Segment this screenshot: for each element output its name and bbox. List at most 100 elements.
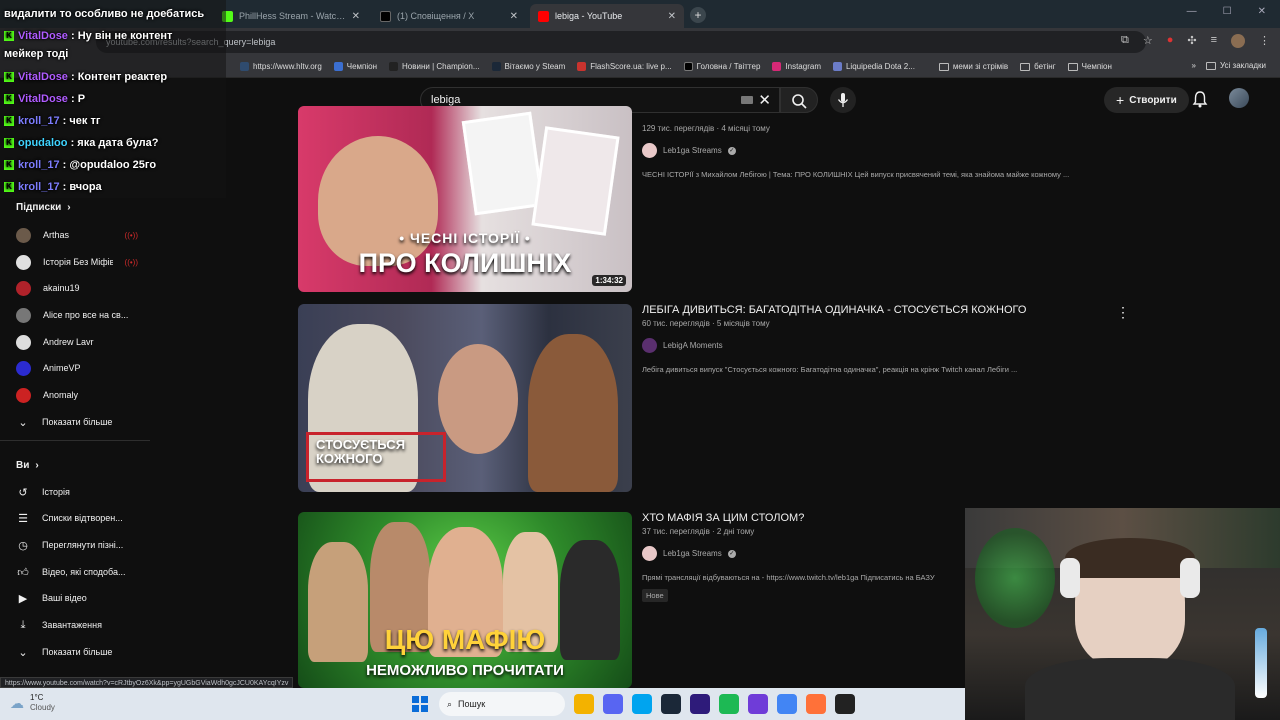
channel-name[interactable]: LebigA Moments xyxy=(663,341,723,350)
profile-avatar[interactable] xyxy=(1231,34,1245,48)
video-thumbnail[interactable]: • ЧЕСНІ ІСТОРІЇ • ПРО КОЛИШНІХ 1:34:32 xyxy=(298,106,632,292)
bookmark-label: Усі закладки xyxy=(1219,61,1266,70)
account-avatar[interactable] xyxy=(1229,88,1249,108)
channel-avatar xyxy=(16,387,31,403)
url-input[interactable]: youtube.com/results?search_query=lebiga xyxy=(96,31,1146,53)
video-thumbnail[interactable]: ЦЮ МАФІЮ НЕМОЖЛИВО ПРОЧИТАТИ xyxy=(298,512,632,688)
you-heading[interactable]: Ви › xyxy=(16,460,39,471)
video-result[interactable]: СТОСУЄТЬСЯ КОЖНОГО ЛЕБІГА ДИВИТЬСЯ: БАГА… xyxy=(298,304,1138,492)
chat-username: opudaloo xyxy=(18,137,68,149)
sidebar-item-liked[interactable]: 👍︎ Відео, які сподоба... xyxy=(16,562,138,582)
bookmark-item[interactable]: Instagram xyxy=(772,62,821,71)
clear-search-icon[interactable]: ✕ xyxy=(758,91,771,109)
tab-close-icon[interactable]: ✕ xyxy=(668,11,676,22)
more-bookmarks-icon[interactable]: » xyxy=(1192,61,1196,70)
steam-icon[interactable] xyxy=(661,694,681,714)
sidebar-item-watch-later[interactable]: ◷ Переглянути пізні... xyxy=(16,535,138,555)
tab-close-icon[interactable]: ✕ xyxy=(510,11,518,22)
channel-name[interactable]: Leb1ga Streams xyxy=(663,146,722,155)
sidebar-channel-akainu19[interactable]: akainu19 xyxy=(16,278,138,298)
kick-badge-icon: K xyxy=(4,160,14,171)
close-window-icon[interactable]: ✕ xyxy=(1258,6,1266,17)
tab-x[interactable]: (1) Сповіщення / X ✕ xyxy=(372,4,526,28)
telegram-icon[interactable] xyxy=(632,694,652,714)
chat-text: мейкер тоді xyxy=(4,48,69,60)
all-bookmarks[interactable]: Усі закладки xyxy=(1205,61,1266,70)
video-thumbnail[interactable]: СТОСУЄТЬСЯ КОЖНОГО xyxy=(298,304,632,492)
minimize-icon[interactable]: — xyxy=(1187,6,1197,17)
menu-icon[interactable]: ⋮ xyxy=(1259,34,1270,48)
bookmark-item[interactable]: Головна / Твіттер xyxy=(683,62,760,71)
show-more-label: Показати більше xyxy=(42,647,113,657)
bookmark-item[interactable]: Вітаємо у Steam xyxy=(491,62,565,71)
show-more-you[interactable]: ⌄ Показати більше xyxy=(16,642,138,662)
weather-temp: 1°C xyxy=(30,693,44,702)
subscriptions-heading[interactable]: Підписки › xyxy=(16,202,71,213)
more-actions-icon[interactable]: ⋮ xyxy=(1116,304,1130,321)
windows-start-icon[interactable] xyxy=(410,694,430,714)
tab-kick[interactable]: PhillHess Stream - Watch Live ✕ xyxy=(214,4,368,28)
taskbar-search[interactable]: ⌕ Пошук xyxy=(439,692,565,716)
install-app-icon[interactable]: ⧉ xyxy=(1121,34,1129,48)
bookmark-favicon-icon xyxy=(333,62,343,71)
maximize-icon[interactable]: ☐ xyxy=(1223,6,1232,17)
new-tab-button[interactable]: + xyxy=(690,7,706,23)
discord-icon[interactable] xyxy=(603,694,623,714)
create-button[interactable]: + Створити xyxy=(1104,87,1189,113)
firefox-icon[interactable] xyxy=(806,694,826,714)
notifications-bell-icon[interactable] xyxy=(1190,89,1210,109)
video-title[interactable]: ЛЕБІГА ДИВИТЬСЯ: БАГАТОДІТНА ОДИНАЧКА - … xyxy=(642,304,1122,316)
sidebar-channel-anomaly[interactable]: Anomaly xyxy=(16,385,138,405)
file-explorer-icon[interactable] xyxy=(574,694,594,714)
bookmark-folder[interactable]: бетінг xyxy=(1020,62,1056,71)
weather-widget[interactable]: ☁ 1°C Cloudy xyxy=(10,693,55,713)
bookmark-item[interactable]: Чемпіон xyxy=(333,62,377,71)
weather-desc: Cloudy xyxy=(30,703,55,712)
channel-row[interactable]: LebigA Moments xyxy=(642,338,1122,353)
channel-name[interactable]: Leb1ga Streams xyxy=(663,549,722,558)
bookmark-item[interactable]: https://www.hltv.org xyxy=(240,62,322,71)
obs-icon[interactable] xyxy=(835,694,855,714)
bookmark-item[interactable]: Liquipedia Dota 2... xyxy=(832,62,915,71)
sidebar-channel-istoriia[interactable]: Історія Без Міфів ((•)) xyxy=(16,252,138,272)
media-icon[interactable]: ≡ xyxy=(1211,34,1217,48)
sidebar-channel-andrew-lavr[interactable]: Andrew Lavr xyxy=(16,332,138,352)
section-label: Підписки xyxy=(16,202,62,213)
sidebar-channel-alice[interactable]: Alice про все на св... xyxy=(16,305,138,325)
sidebar-item-your-videos[interactable]: ▶ Ваші відео xyxy=(16,588,138,608)
bookmark-item[interactable]: Новини | Champion... xyxy=(389,62,480,71)
chevron-down-icon: ⌄ xyxy=(18,416,28,429)
chat-username: kroll_17 xyxy=(18,181,60,193)
sidebar-channel-arthas[interactable]: Arthas ((•)) xyxy=(16,225,138,245)
channel-row[interactable]: Leb1ga Streams ✓ xyxy=(642,143,1122,158)
sidebar-item-playlists[interactable]: ☰ Списки відтворен... xyxy=(16,508,138,528)
chevron-right-icon: › xyxy=(35,460,39,471)
kick-badge-icon: K xyxy=(4,31,14,42)
video-result[interactable]: • ЧЕСНІ ІСТОРІЇ • ПРО КОЛИШНІХ 1:34:32 1… xyxy=(298,106,1138,292)
search-button[interactable] xyxy=(780,87,818,113)
sidebar-item-history[interactable]: ↺ Історія xyxy=(16,482,138,502)
tab-close-icon[interactable]: ✕ xyxy=(352,11,360,22)
extension-icon[interactable]: ● xyxy=(1167,34,1174,48)
tab-youtube[interactable]: lebiga - YouTube ✕ xyxy=(530,4,684,28)
bookmark-item[interactable]: FlashScore.ua: live р... xyxy=(577,62,672,71)
bookmark-star-icon[interactable]: ☆ xyxy=(1143,34,1153,48)
voice-search-button[interactable] xyxy=(830,87,856,113)
premiere-icon[interactable] xyxy=(690,694,710,714)
keyboard-icon[interactable] xyxy=(741,96,753,104)
sidebar-channel-animevp[interactable]: AnimeVP xyxy=(16,358,138,378)
show-more-subscriptions[interactable]: ⌄ Показати більше xyxy=(16,412,138,432)
chat-text: : Р xyxy=(71,93,86,105)
video-duration: 1:34:32 xyxy=(592,275,626,286)
tab-title: (1) Сповіщення / X xyxy=(397,11,475,21)
chrome-icon[interactable] xyxy=(777,694,797,714)
weather-text: 1°C Cloudy xyxy=(30,693,55,713)
extensions-puzzle-icon[interactable]: ✣ xyxy=(1187,34,1196,48)
sidebar-item-downloads[interactable]: ⤓ Завантаження xyxy=(16,615,138,635)
app-icon[interactable] xyxy=(748,694,768,714)
search-input[interactable]: lebiga xyxy=(431,94,460,106)
spotify-icon[interactable] xyxy=(719,694,739,714)
bookmark-folder[interactable]: меми зі стрімів xyxy=(938,62,1008,71)
bookmark-folder[interactable]: Чемпіон xyxy=(1067,62,1112,71)
channel-name: Alice про все на св... xyxy=(43,310,129,320)
